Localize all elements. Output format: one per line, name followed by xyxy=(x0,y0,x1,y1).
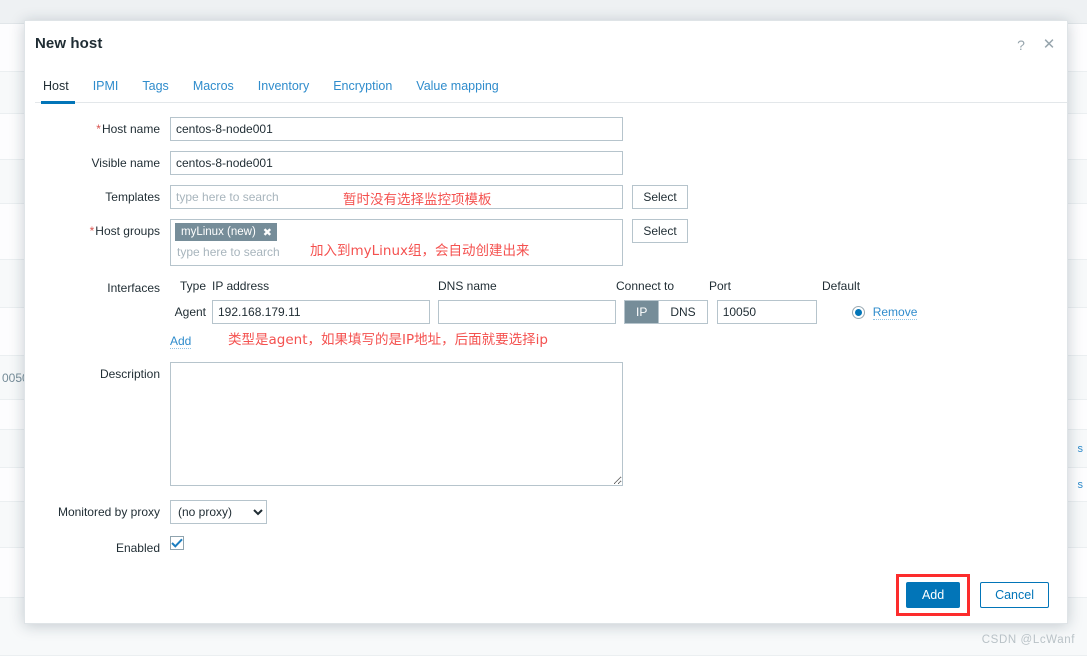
page-title: New host xyxy=(35,35,103,52)
checkmark-icon xyxy=(171,538,183,548)
interface-default-group: Remove xyxy=(851,305,918,320)
dialog-header: New host ? ✕ xyxy=(25,21,1067,67)
host-name-label-text: Host name xyxy=(101,122,160,136)
connect-to-ip-option[interactable]: IP xyxy=(625,301,659,323)
add-button-highlight: Add xyxy=(896,574,971,616)
close-icon[interactable]: ✕ xyxy=(1041,37,1057,53)
enabled-label: Enabled xyxy=(115,541,160,555)
add-interface-row: Add 类型是agent，如果填写的是IP地址，后面就要选择ip xyxy=(170,332,917,349)
host-name-label: *Host name xyxy=(25,117,170,141)
add-button[interactable]: Add xyxy=(906,582,961,608)
background-cell-link-1: s xyxy=(1077,442,1084,455)
templates-select-button[interactable]: Select xyxy=(632,185,688,209)
tab-value-mapping[interactable]: Value mapping xyxy=(404,75,510,103)
field-row-host-groups: *Host groups myLinux (new) ✖ Select 加入到m… xyxy=(25,219,1067,266)
host-name-input[interactable] xyxy=(170,117,623,141)
monitored-by-proxy-label: Monitored by proxy xyxy=(57,505,160,519)
host-groups-search-input[interactable] xyxy=(175,243,618,261)
col-header-type: Type xyxy=(179,279,206,293)
new-host-dialog: New host ? ✕ Host IPMI Tags Macros Inven… xyxy=(24,20,1068,624)
interfaces-label: Interfaces xyxy=(107,281,160,295)
remove-interface-link[interactable]: Remove xyxy=(872,305,918,320)
field-row-enabled: Enabled xyxy=(25,536,1067,560)
required-marker-host-name: * xyxy=(96,122,101,136)
description-textarea[interactable] xyxy=(170,362,623,486)
host-groups-label-text: Host groups xyxy=(95,224,160,238)
chip-remove-icon[interactable]: ✖ xyxy=(263,226,272,239)
tab-host[interactable]: Host xyxy=(35,75,81,104)
field-row-templates: Templates Select 暂时没有选择监控项模板 xyxy=(25,185,1067,209)
tab-inventory[interactable]: Inventory xyxy=(246,75,321,103)
dialog-header-controls: ? ✕ xyxy=(1013,37,1057,54)
interface-type-label: Agent xyxy=(174,305,206,319)
enabled-checkbox[interactable] xyxy=(170,536,184,550)
host-groups-label: *Host groups xyxy=(25,219,170,243)
col-header-ip-address: IP address xyxy=(212,279,270,293)
question-mark-icon[interactable]: ? xyxy=(1013,37,1029,53)
field-row-description: Description xyxy=(25,362,1067,486)
tab-ipmi[interactable]: IPMI xyxy=(81,75,131,103)
field-row-interfaces: Interfaces Type IP address DNS name Conn… xyxy=(25,276,1067,349)
col-header-dns-name: DNS name xyxy=(438,279,497,293)
interface-ip-input[interactable] xyxy=(212,300,430,324)
tab-tags[interactable]: Tags xyxy=(130,75,180,103)
host-group-chip: myLinux (new) ✖ xyxy=(175,223,277,241)
radio-dot-icon xyxy=(854,308,862,316)
dialog-footer: Add Cancel xyxy=(25,567,1067,623)
tab-bar: Host IPMI Tags Macros Inventory Encrypti… xyxy=(35,75,1067,104)
interface-port-input[interactable] xyxy=(716,300,817,324)
col-header-connect-to: Connect to xyxy=(616,279,675,293)
interface-dns-input[interactable] xyxy=(438,300,616,324)
templates-input[interactable] xyxy=(170,185,623,209)
visible-name-label: Visible name xyxy=(91,156,160,170)
col-header-default: Default xyxy=(822,279,861,293)
interfaces-header: Type IP address DNS name Connect to Port… xyxy=(170,276,917,296)
interface-row: Agent IP DNS Remove xyxy=(170,300,918,324)
description-label: Description xyxy=(99,367,160,381)
visible-name-input[interactable] xyxy=(170,151,623,175)
col-header-port: Port xyxy=(709,279,732,293)
connect-to-dns-option[interactable]: DNS xyxy=(658,301,707,323)
default-interface-radio[interactable] xyxy=(851,305,865,319)
add-interface-link[interactable]: Add xyxy=(170,334,192,349)
required-marker-host-groups: * xyxy=(89,224,95,238)
cancel-button[interactable]: Cancel xyxy=(980,582,1049,608)
tab-encryption[interactable]: Encryption xyxy=(321,75,404,103)
field-row-visible-name: Visible name xyxy=(25,151,1067,175)
tab-macros[interactable]: Macros xyxy=(181,75,246,103)
host-groups-select-button[interactable]: Select xyxy=(632,219,688,243)
host-group-chip-label: myLinux (new) xyxy=(181,226,256,238)
monitored-by-proxy-select[interactable]: (no proxy) xyxy=(170,500,267,524)
host-groups-multiselect[interactable]: myLinux (new) ✖ xyxy=(170,219,623,266)
templates-label: Templates xyxy=(105,190,160,204)
watermark: CSDN @LcWanf xyxy=(981,634,1075,646)
connect-to-toggle: IP DNS xyxy=(624,300,708,324)
host-form: *Host name Visible name Templates Select… xyxy=(25,103,1067,560)
field-row-monitored-by-proxy: Monitored by proxy (no proxy) xyxy=(25,500,1067,524)
annotation-interfaces: 类型是agent，如果填写的是IP地址，后面就要选择ip xyxy=(228,332,548,348)
background-cell-link-2: s xyxy=(1077,478,1084,491)
field-row-host-name: *Host name xyxy=(25,117,1067,141)
